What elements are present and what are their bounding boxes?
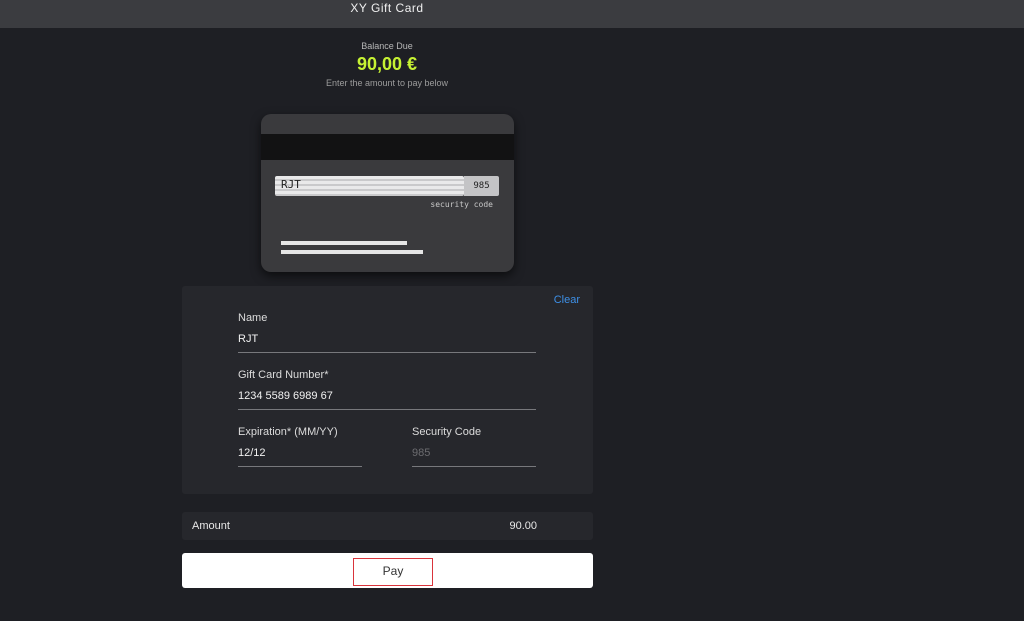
expiration-underline (238, 466, 362, 467)
pay-bar[interactable]: Pay (182, 553, 593, 588)
title-bar: XY Gift Card (0, 0, 1024, 28)
signature-strip (275, 176, 464, 196)
card-number-label: Gift Card Number* (238, 369, 329, 381)
name-input[interactable] (238, 333, 536, 345)
security-code-caption: security code (430, 200, 493, 209)
balance-hint: Enter the amount to pay below (325, 78, 449, 88)
amount-label: Amount (192, 520, 230, 532)
expiration-label: Expiration* (MM/YY) (238, 426, 338, 438)
security-code-underline (412, 466, 536, 467)
balance-due-amount: 90,00 € (356, 54, 418, 74)
card-text-line (281, 241, 407, 245)
card-signature-name: RJT (281, 178, 301, 191)
clear-button[interactable]: Clear (554, 294, 580, 306)
card-number-input[interactable] (238, 390, 536, 402)
card-security-code: 985 (464, 176, 499, 196)
magnetic-stripe (261, 134, 514, 160)
gift-card-preview: RJT 985 security code (261, 114, 514, 272)
security-code-input[interactable] (412, 447, 536, 459)
amount-value: 90.00 (509, 520, 537, 532)
expiration-input[interactable] (238, 447, 362, 459)
card-number-underline (238, 409, 536, 410)
balance-due-label: Balance Due (361, 41, 413, 51)
card-details-form: Clear Name Gift Card Number* Expiration*… (182, 286, 593, 494)
name-underline (238, 352, 536, 353)
security-code-label: Security Code (412, 426, 482, 438)
window-title: XY Gift Card (350, 1, 424, 15)
pay-button[interactable]: Pay (353, 558, 433, 586)
name-label: Name (238, 312, 268, 324)
card-text-line (281, 250, 423, 254)
amount-row: Amount 90.00 (182, 512, 593, 540)
